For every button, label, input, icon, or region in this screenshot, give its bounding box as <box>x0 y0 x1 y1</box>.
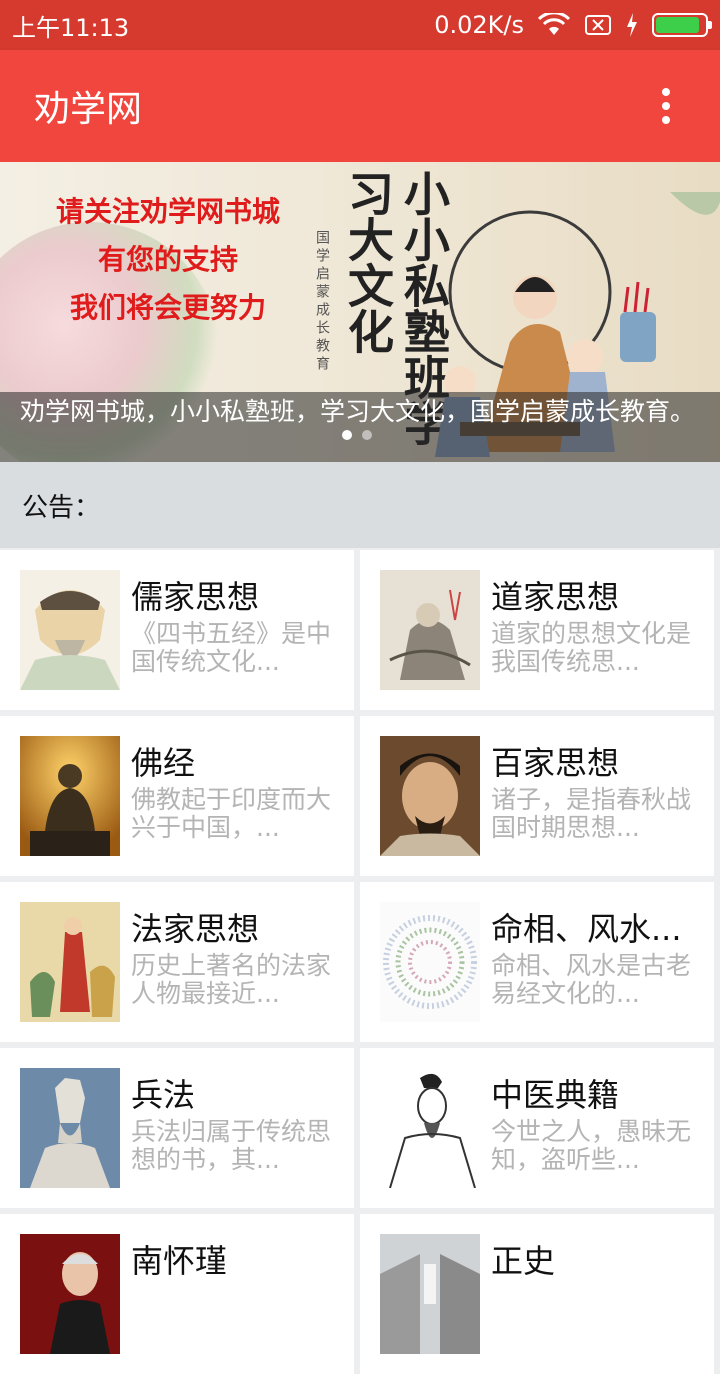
category-desc: 今世之人，愚昧无知，盗听些... <box>491 1118 691 1174</box>
banner-caption: 劝学网书城，小小私塾班，学习大文化，国学启蒙成长教育。 <box>0 392 720 462</box>
status-icons: 0.02K/s <box>434 11 712 39</box>
category-card-fajia[interactable]: 法家思想 历史上著名的法家人物最接近... <box>0 882 354 1042</box>
legalist-painting-icon <box>20 902 120 1022</box>
category-title: 中医典籍 <box>491 1076 620 1114</box>
promo-line: 请关注劝学网书城 <box>55 195 280 228</box>
overflow-menu-icon[interactable] <box>646 76 686 136</box>
category-desc <box>491 1284 691 1340</box>
scholar-portrait-icon <box>380 736 480 856</box>
notice-label: 公告： <box>22 492 101 523</box>
portrait-photo-icon <box>20 1234 120 1354</box>
banner-carousel[interactable]: 请关注劝学网书城 有您的支持 我们将会更努力 国学启蒙成长教育 小小私塾班学习大… <box>0 162 720 462</box>
carousel-dot <box>362 430 372 440</box>
category-title: 佛经 <box>131 744 196 782</box>
category-card-rujia[interactable]: 儒家思想 《四书五经》是中国传统文化... <box>0 550 354 710</box>
taoist-painting-icon <box>380 570 480 690</box>
battery-icon <box>652 13 712 37</box>
category-desc <box>131 1284 331 1340</box>
category-title: 南怀瑾 <box>131 1242 228 1280</box>
category-card-daojia[interactable]: 道家思想 道家的思想文化是我国传统思... <box>360 550 714 710</box>
carousel-indicator <box>342 430 372 440</box>
category-desc: 命相、风水是古老易经文化的... <box>491 952 691 1008</box>
battery-fill <box>656 17 700 33</box>
app-title: 劝学网 <box>34 89 143 130</box>
category-title: 儒家思想 <box>131 578 260 616</box>
promo-line: 我们将会更努力 <box>69 291 266 324</box>
promo-line: 有您的支持 <box>97 243 238 276</box>
status-bar: 上午11:13 0.02K/s <box>0 0 720 50</box>
category-desc: 兵法归属于传统思想的书，其... <box>131 1118 331 1174</box>
banner-vertical-text: 国学启蒙成长教育 <box>314 230 330 374</box>
charging-icon <box>627 13 637 37</box>
sunzi-statue-icon <box>20 1068 120 1188</box>
category-card-zhongyi[interactable]: 中医典籍 今世之人，愚昧无知，盗听些... <box>360 1048 714 1208</box>
category-card-bingfa[interactable]: 兵法 兵法归属于传统思想的书，其... <box>0 1048 354 1208</box>
category-card-mingxiang[interactable]: 命相、风水... 命相、风水是古老易经文化的... <box>360 882 714 1042</box>
wifi-icon <box>538 13 570 35</box>
buddha-statue-icon <box>20 736 120 856</box>
status-time: 上午11:13 <box>12 13 130 42</box>
category-title: 道家思想 <box>491 578 620 616</box>
category-card-zhengshi[interactable]: 正史 <box>360 1214 714 1374</box>
app-bar: 劝学网 <box>0 50 720 162</box>
confucius-portrait-icon <box>20 570 120 690</box>
category-title: 命相、风水... <box>491 910 682 948</box>
category-title: 兵法 <box>131 1076 196 1114</box>
category-desc: 道家的思想文化是我国传统思... <box>491 620 691 676</box>
category-title: 正史 <box>491 1242 556 1280</box>
banner-promo: 请关注劝学网书城 有您的支持 我们将会更努力 <box>18 188 318 332</box>
network-speed: 0.02K/s <box>434 11 524 39</box>
carousel-dot-active <box>342 430 352 440</box>
bagua-diagram-icon <box>380 902 480 1022</box>
category-card-baijia[interactable]: 百家思想 诸子，是指春秋战国时期思想... <box>360 716 714 876</box>
category-card-fojing[interactable]: 佛经 佛教起于印度而大兴于中国，... <box>0 716 354 876</box>
category-desc: 《四书五经》是中国传统文化... <box>131 620 331 676</box>
notice-bar[interactable]: 公告： <box>0 462 720 548</box>
palace-photo-icon <box>380 1234 480 1354</box>
sim-none-icon <box>585 15 611 35</box>
category-desc: 历史上著名的法家人物最接近... <box>131 952 331 1008</box>
category-title: 法家思想 <box>131 910 260 948</box>
category-card-nanhuaijin[interactable]: 南怀瑾 <box>0 1214 354 1374</box>
category-desc: 诸子，是指春秋战国时期思想... <box>491 786 691 842</box>
category-desc: 佛教起于印度而大兴于中国，... <box>131 786 331 842</box>
physician-sketch-icon <box>380 1068 480 1188</box>
category-title: 百家思想 <box>491 744 620 782</box>
